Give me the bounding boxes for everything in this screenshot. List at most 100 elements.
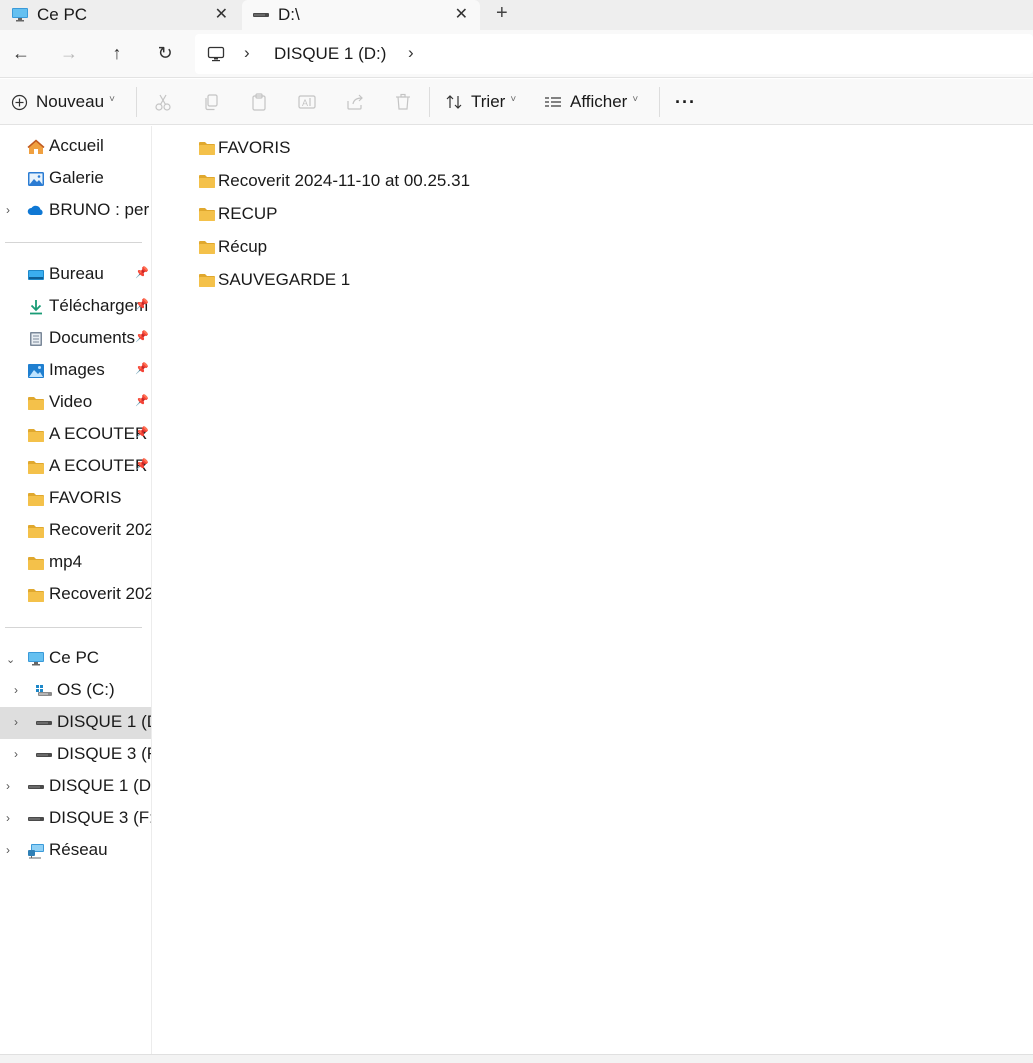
more-options-button[interactable]: ··· xyxy=(675,79,696,125)
sidebar-item-documents[interactable]: Documents 📌 xyxy=(0,323,151,355)
download-icon xyxy=(30,300,42,315)
list-item[interactable]: SAUVEGARDE 1 xyxy=(198,266,350,294)
drive-icon xyxy=(28,817,44,821)
sidebar-item-favoris[interactable]: FAVORIS xyxy=(0,483,151,515)
sidebar-item-disque-3-f[interactable]: › DISQUE 3 (F xyxy=(0,739,152,771)
sidebar-item-label: A ECOUTER xyxy=(49,424,148,443)
chevron-right-icon[interactable]: › xyxy=(14,715,18,729)
address-bar[interactable]: › DISQUE 1 (D:) › xyxy=(195,34,1033,74)
view-label: Afficher xyxy=(570,92,628,111)
chevron-right-icon[interactable]: › xyxy=(6,779,10,793)
sidebar-item-label: Accueil xyxy=(49,136,104,155)
monitor-icon xyxy=(12,8,28,22)
file-name: Récup xyxy=(218,237,268,256)
list-item[interactable]: RECUP xyxy=(198,200,278,228)
sidebar-item-label: Documents xyxy=(49,328,135,347)
divider xyxy=(5,627,142,628)
sidebar-item-label: A ECOUTER xyxy=(49,456,148,475)
sidebar-item-recoverit[interactable]: Recoverit 202 xyxy=(0,515,152,547)
sidebar-item-accueil[interactable]: Accueil xyxy=(0,131,151,163)
share-icon[interactable] xyxy=(345,92,365,112)
list-item[interactable]: FAVORIS xyxy=(198,134,290,162)
sidebar-item-video[interactable]: Video 📌 xyxy=(0,387,151,419)
sidebar-item-disque-3-f-root[interactable]: › DISQUE 3 (F: xyxy=(0,803,152,835)
tab-ce-pc[interactable]: Ce PC ✕ xyxy=(0,0,240,30)
chevron-right-icon[interactable]: › xyxy=(6,811,10,825)
folder-icon xyxy=(28,589,44,602)
sidebar-item-ce-pc[interactable]: ⌄ Ce PC xyxy=(0,643,151,675)
sidebar-item-a-ecouter[interactable]: A ECOUTER 📌 xyxy=(0,419,151,451)
document-icon xyxy=(30,332,42,346)
sidebar-item-galerie[interactable]: Galerie xyxy=(0,163,151,195)
drive-icon xyxy=(28,785,44,789)
windows-drive-icon xyxy=(36,685,52,696)
sidebar-item-a-ecouter-2[interactable]: A ECOUTER 📌 xyxy=(0,451,151,483)
chevron-right-icon[interactable]: › xyxy=(6,203,10,217)
delete-icon[interactable] xyxy=(393,92,413,112)
close-icon[interactable]: ✕ xyxy=(215,4,228,24)
paste-icon[interactable] xyxy=(249,92,269,112)
folder-icon xyxy=(199,273,215,287)
sidebar-item-label: Réseau xyxy=(49,840,108,859)
sidebar-item-label: Recoverit 202 xyxy=(49,520,152,539)
sidebar-item-onedrive[interactable]: › BRUNO : per xyxy=(0,195,151,227)
monitor-icon[interactable] xyxy=(207,46,225,62)
sort-button[interactable]: Trier ˅ xyxy=(445,79,516,125)
folder-icon xyxy=(28,461,44,474)
chevron-right-icon[interactable]: › xyxy=(14,747,18,761)
folder-icon xyxy=(28,429,44,442)
sidebar-item-label: DISQUE 3 (F: xyxy=(49,808,152,827)
breadcrumb-separator[interactable]: › xyxy=(244,43,250,63)
divider xyxy=(429,87,430,117)
folder-icon xyxy=(28,525,44,538)
status-bar xyxy=(0,1054,1033,1063)
drive-icon xyxy=(36,721,52,725)
chevron-down-icon: ˅ xyxy=(510,93,517,105)
sidebar-item-label: DISQUE 1 (D xyxy=(49,776,152,795)
breadcrumb-item[interactable]: DISQUE 1 (D:) xyxy=(274,44,386,64)
new-tab-button[interactable]: + xyxy=(496,2,508,25)
drive-icon xyxy=(36,753,52,757)
sidebar-item-disque-1-d-root[interactable]: › DISQUE 1 (D xyxy=(0,771,152,803)
file-name: Recoverit 2024-11-10 at 00.25.31 xyxy=(218,171,471,190)
chevron-down-icon: ˅ xyxy=(109,93,115,105)
sidebar-item-disque-1-d[interactable]: › DISQUE 1 (D xyxy=(0,707,151,739)
chevron-right-icon[interactable]: › xyxy=(14,683,18,697)
new-button[interactable]: Nouveau ˅ xyxy=(11,79,115,125)
folder-icon xyxy=(199,207,215,221)
sidebar-item-mp4[interactable]: mp4 xyxy=(0,547,151,579)
list-item[interactable]: Récup xyxy=(198,233,267,261)
rename-icon[interactable]: A xyxy=(297,92,317,112)
sidebar-item-reseau[interactable]: › Réseau xyxy=(0,835,151,867)
pin-icon: 📌 xyxy=(135,267,149,279)
list-item[interactable]: Recoverit 2024-11-10 at 00.25.31 xyxy=(198,167,470,195)
pin-icon: 📌 xyxy=(135,331,149,343)
onedrive-icon xyxy=(27,205,43,215)
view-button[interactable]: Afficher ˅ xyxy=(544,79,638,125)
sidebar-item-recoverit-2[interactable]: Recoverit 202 xyxy=(0,579,151,611)
drive-icon xyxy=(253,13,269,17)
copy-icon[interactable] xyxy=(201,92,221,112)
chevron-right-icon[interactable]: › xyxy=(6,843,10,857)
new-label: Nouveau xyxy=(36,92,105,111)
monitor-icon xyxy=(28,652,44,666)
tab-d-drive[interactable]: D:\ ✕ xyxy=(242,0,480,30)
up-button[interactable]: ↑ xyxy=(106,42,128,64)
divider xyxy=(5,242,142,243)
cut-icon[interactable] xyxy=(153,92,173,112)
breadcrumb-separator[interactable]: › xyxy=(408,43,414,63)
forward-button[interactable]: → xyxy=(58,42,80,64)
refresh-button[interactable]: ↻ xyxy=(154,42,176,64)
sidebar-item-telechargements[interactable]: Téléchargem 📌 xyxy=(0,291,151,323)
pin-icon: 📌 xyxy=(135,363,149,375)
add-icon xyxy=(11,94,28,110)
sidebar-item-label: DISQUE 3 (F xyxy=(57,744,152,763)
folder-icon xyxy=(199,141,215,155)
back-button[interactable]: ← xyxy=(10,42,32,64)
chevron-down-icon[interactable]: ⌄ xyxy=(6,653,15,666)
sidebar-item-bureau[interactable]: Bureau 📌 xyxy=(0,259,151,291)
sidebar-item-images[interactable]: Images 📌 xyxy=(0,355,151,387)
close-icon[interactable]: ✕ xyxy=(455,4,468,24)
sidebar-item-os-c[interactable]: › OS (C:) xyxy=(0,675,151,707)
sidebar-item-label: Téléchargem xyxy=(49,296,149,315)
